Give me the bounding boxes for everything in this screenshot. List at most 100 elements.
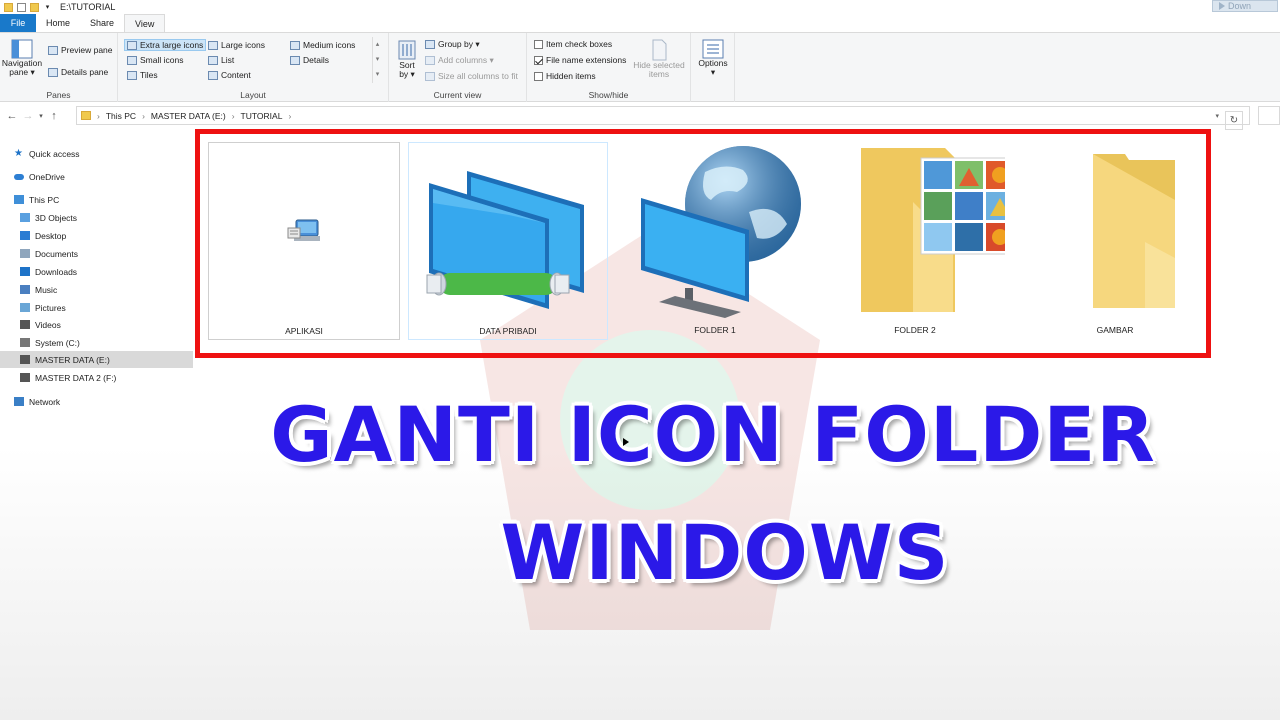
sidebar-item-this-pc[interactable]: This PC [0,191,193,208]
checkbox-hidden-items[interactable] [534,71,543,81]
hide-selected-items-button[interactable]: Hide selected items [631,39,687,79]
layout-large-icons[interactable]: Large icons [208,40,265,50]
computer-icon [14,195,24,204]
folder-icon [81,111,91,120]
navigation-pane-button[interactable]: Navigation pane ▾ [2,39,42,77]
layout-extra-large-icons[interactable]: Extra large icons [124,39,207,51]
sidebar-item-network[interactable]: Network [0,393,193,410]
sidebar-item-3d-objects[interactable]: 3D Objects [0,209,193,226]
sidebar-item-pictures[interactable]: Pictures [0,299,193,316]
item-check-boxes-label: Item check boxes [546,39,613,49]
sidebar-item-desktop[interactable]: Desktop [0,227,193,244]
download-icon [20,267,30,276]
sort-by-label: Sort by ▾ [399,60,415,79]
preview-pane-icon [48,45,58,55]
layout-list[interactable]: List [208,55,234,65]
breadcrumb-separator: › [231,110,235,121]
folder-icon [4,2,13,12]
sidebar-item-label: Documents [35,248,78,259]
layout-content[interactable]: Content [208,70,251,80]
cloud-icon [14,173,24,180]
search-input[interactable] [1258,106,1280,125]
layout-medium-icons[interactable]: Medium icons [290,40,355,50]
navigation-pane-label: Navigation pane ▾ [1,58,43,77]
details-pane-icon [48,67,58,77]
music-icon [20,285,30,294]
breadcrumb-tutorial[interactable]: TUTORIAL [241,111,283,121]
drive-icon [20,338,30,347]
sort-icon [398,40,416,60]
add-columns-icon [425,56,435,65]
address-bar[interactable]: › This PC › MASTER DATA (E:) › TUTORIAL … [76,106,1250,130]
small-icons-icon [127,55,137,65]
add-columns-label: Add columns ▾ [438,55,494,65]
details-icon [290,55,300,65]
file-item[interactable]: FOLDER 1 [620,142,810,340]
title-bar: ▾ E:\TUTORIAL Down [0,0,1280,14]
layout-gallery: Extra large icons Large icons Medium ico… [124,37,382,83]
sidebar-item-documents[interactable]: Documents [0,245,193,262]
file-item[interactable]: APLIKASI [208,142,400,340]
layout-small-icons[interactable]: Small icons [127,55,183,65]
navigation-pane: ★ Quick access OneDrive This PC 3D Objects De… [0,129,193,720]
sidebar-item-label: MASTER DATA 2 (F:) [35,372,117,383]
sidebar-item-onedrive[interactable]: OneDrive [0,168,193,185]
address-dropdown-icon[interactable]: ▾ [1215,112,1219,120]
sidebar-item-videos[interactable]: Videos [0,316,193,333]
hidden-items-toggle[interactable]: Hidden items [534,71,596,81]
sidebar-item-label: Quick access [29,148,80,159]
file-name: APLIKASI [285,326,323,336]
properties-icon[interactable] [17,2,26,12]
customize-quick-access-icon[interactable]: ▾ [43,3,52,12]
sidebar-item-downloads[interactable]: Downloads [0,263,193,280]
file-item[interactable]: DATA PRIBADI [408,142,608,340]
item-check-boxes-toggle[interactable]: Item check boxes [534,39,612,49]
checkbox-item-check-boxes[interactable] [534,39,543,49]
pictures-folder-icon [825,142,1018,322]
tab-home[interactable]: Home [36,14,80,32]
tab-view[interactable]: View [124,14,166,32]
forward-arrow-icon[interactable]: → [20,110,36,122]
file-item[interactable]: FOLDER 2 [820,142,1018,340]
group-by-icon [425,40,435,49]
details-pane-button[interactable]: Details pane [48,67,108,77]
tab-share[interactable]: Share [80,14,124,32]
sidebar-item-system-c[interactable]: System (C:) [0,334,193,351]
add-columns-button[interactable]: Add columns ▾ [425,55,494,66]
sidebar-item-quick-access[interactable]: ★ Quick access [0,145,193,162]
headline-line-1: GANTI ICON FOLDER [270,390,1156,479]
sort-by-button[interactable]: Sort by ▾ [395,39,419,79]
options-button[interactable]: Options ▾ [695,39,731,77]
refresh-icon[interactable]: ↻ [1225,111,1243,130]
file-name-extensions-toggle[interactable]: File name extensions [534,55,626,65]
download-button[interactable]: Down [1212,0,1278,12]
layout-option-label: Medium icons [303,40,356,50]
layout-scroll[interactable]: ▴ ▾ ▾ [372,37,382,83]
layout-details[interactable]: Details [290,55,329,65]
sidebar-item-label: This PC [29,194,60,205]
hide-selected-icon [652,39,667,61]
tab-file[interactable]: File [0,14,36,32]
breadcrumb-this-pc[interactable]: This PC [106,111,136,121]
group-by-button[interactable]: Group by ▾ [425,39,480,50]
sidebar-item-master-data-2-f[interactable]: MASTER DATA 2 (F:) [0,369,193,386]
new-folder-icon[interactable] [30,2,39,12]
back-arrow-icon[interactable]: ← [4,110,20,122]
sidebar-item-label: System (C:) [35,337,80,348]
tiles-icon [127,70,137,80]
layout-tiles[interactable]: Tiles [127,70,158,80]
checkbox-file-name-extensions[interactable] [534,55,543,65]
file-item[interactable]: GAMBAR [1020,142,1210,340]
size-all-columns-button[interactable]: Size all columns to fit [425,71,518,81]
preview-pane-button[interactable]: Preview pane [48,45,113,55]
window-title: E:\TUTORIAL [60,2,116,12]
layout-option-label: Small icons [140,55,184,65]
recent-locations-icon[interactable]: ▾ [36,112,46,120]
breadcrumb-master-data[interactable]: MASTER DATA (E:) [151,111,226,121]
up-arrow-icon[interactable]: ↑ [46,110,62,122]
sidebar-item-master-data-e[interactable]: MASTER DATA (E:) [0,351,193,368]
sidebar-item-music[interactable]: Music [0,281,193,298]
sidebar-item-label: Desktop [35,230,67,241]
layout-option-label: Content [221,70,251,80]
group-by-label: Group by ▾ [438,39,480,49]
